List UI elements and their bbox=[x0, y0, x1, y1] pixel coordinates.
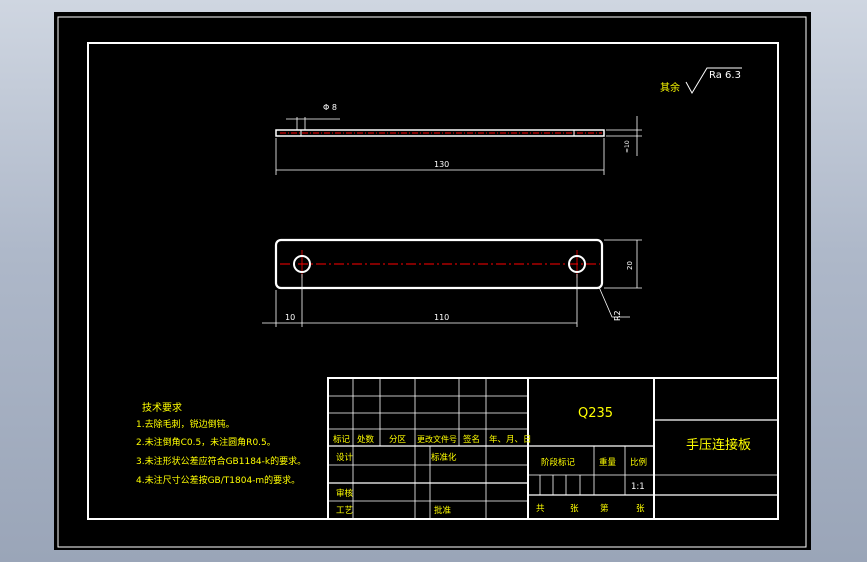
tech-title: 技术要求 bbox=[142, 401, 182, 414]
rev-header: 处数 bbox=[357, 434, 375, 445]
weight-label: 重量 bbox=[599, 457, 617, 468]
top-view: Φ 8 130 ≈10 bbox=[275, 103, 642, 175]
rev-header: 更改文件号 bbox=[417, 434, 457, 444]
tech-item: 1.去除毛刺，锐边倒钝。 bbox=[136, 418, 235, 430]
title-block-text: Q235 手压连接板 标记 处数 分区 更改文件号 签名 年、月、日 设计 标准… bbox=[333, 406, 751, 516]
stage-mark-label: 阶段标记 bbox=[541, 457, 576, 468]
outer-frame bbox=[57, 16, 807, 548]
length-dim: 130 bbox=[434, 160, 449, 169]
tech-item: 4.未注尺寸公差按GB/T1804-m的要求。 bbox=[136, 474, 300, 486]
scale-value: 1:1 bbox=[631, 482, 645, 492]
sheets-unit-label: 张 bbox=[570, 504, 579, 514]
offset-dim: 10 bbox=[285, 313, 295, 322]
tech-item: 3.未注形状公差应符合GB1184-k的要求。 bbox=[136, 455, 306, 467]
rev-header: 签名 bbox=[463, 434, 480, 445]
roughness-symbol: 其余 Ra 6.3 bbox=[660, 67, 742, 95]
rev-header: 年、月、日 bbox=[489, 434, 532, 445]
hole-dim: Φ 8 bbox=[323, 103, 337, 112]
drawing-viewport[interactable]: 其余 Ra 6.3 Φ 8 130 ≈10 20 10 110 R2 技术要求 … bbox=[54, 12, 811, 550]
cad-drawing: 其余 Ra 6.3 Φ 8 130 ≈10 20 10 110 R2 技术要求 … bbox=[57, 16, 807, 548]
design-label: 设计 bbox=[336, 452, 354, 463]
roughness-prefix: 其余 bbox=[660, 81, 680, 94]
thickness-dim: ≈10 bbox=[624, 140, 631, 153]
radius-dim: R2 bbox=[613, 310, 622, 321]
approve-label: 批准 bbox=[434, 505, 452, 516]
scale-label: 比例 bbox=[630, 457, 647, 468]
front-view: 20 10 110 R2 bbox=[262, 238, 642, 327]
tech-item: 2.未注倒角C0.5，未注圆角R0.5。 bbox=[136, 436, 276, 448]
material-label: Q235 bbox=[578, 406, 613, 421]
sheet-number-label: 第 bbox=[600, 503, 609, 514]
roughness-value: Ra 6.3 bbox=[709, 70, 741, 81]
process-label: 工艺 bbox=[336, 506, 353, 516]
sheet-unit-label: 张 bbox=[636, 504, 645, 514]
tech-requirements: 技术要求 1.去除毛刺，锐边倒钝。 2.未注倒角C0.5，未注圆角R0.5。 3… bbox=[136, 401, 306, 486]
review-label: 审核 bbox=[336, 488, 354, 499]
part-name: 手压连接板 bbox=[686, 437, 751, 453]
height-dim: 20 bbox=[626, 261, 634, 270]
rev-header: 标记 bbox=[333, 434, 351, 445]
spacing-dim: 110 bbox=[434, 313, 449, 322]
rev-header: 分区 bbox=[389, 435, 407, 445]
sheets-total-label: 共 bbox=[536, 504, 545, 514]
standardize-label: 标准化 bbox=[431, 452, 457, 463]
